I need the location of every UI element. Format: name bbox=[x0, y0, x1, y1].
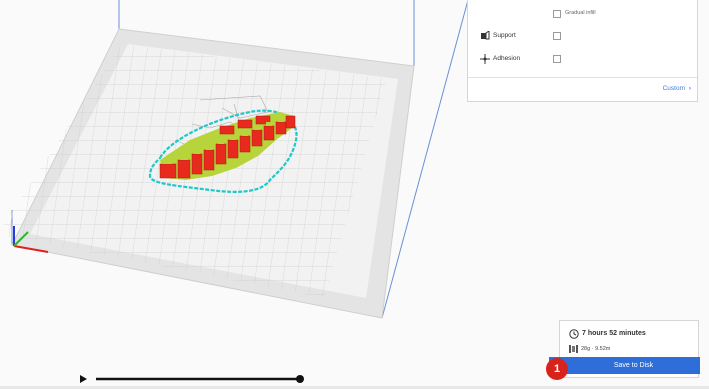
clock-icon bbox=[569, 328, 579, 339]
gradual-infill-row: Gradual infill bbox=[468, 9, 697, 23]
timeline-handle[interactable] bbox=[296, 375, 304, 383]
gradual-infill-label: Gradual infill bbox=[565, 10, 596, 16]
material-estimate-row: 28g · 9.52m bbox=[569, 344, 610, 353]
adhesion-icon bbox=[480, 54, 490, 64]
callout-badge: 1 bbox=[546, 358, 568, 380]
layer-timeline[interactable] bbox=[78, 372, 310, 386]
custom-settings-button[interactable]: Custom › bbox=[657, 81, 697, 96]
play-icon[interactable] bbox=[80, 375, 87, 383]
support-label: Support bbox=[493, 32, 516, 39]
adhesion-row: Adhesion bbox=[468, 54, 697, 68]
support-row: Support bbox=[468, 31, 697, 45]
time-estimate: 7 hours 52 minutes bbox=[582, 330, 646, 337]
panel-divider bbox=[468, 77, 697, 78]
save-to-disk-button[interactable]: Save to Disk bbox=[549, 357, 700, 374]
custom-button-label: Custom bbox=[662, 85, 686, 92]
material-estimate: 28g · 9.52m bbox=[581, 345, 611, 352]
print-settings-panel: Gradual infill Support Adhesion Custom › bbox=[467, 0, 698, 102]
gradual-infill-checkbox[interactable] bbox=[553, 10, 561, 18]
adhesion-checkbox[interactable] bbox=[553, 55, 561, 63]
print-summary-panel: 7 hours 52 minutes 28g · 9.52m Save to D… bbox=[549, 320, 700, 378]
timeline-slider[interactable] bbox=[78, 372, 310, 386]
adhesion-label: Adhesion bbox=[493, 55, 521, 62]
chevron-right-icon: › bbox=[688, 85, 691, 92]
time-estimate-row: 7 hours 52 minutes bbox=[569, 328, 646, 339]
spool-icon bbox=[569, 344, 578, 353]
support-icon bbox=[481, 31, 490, 40]
support-checkbox[interactable] bbox=[553, 32, 561, 40]
